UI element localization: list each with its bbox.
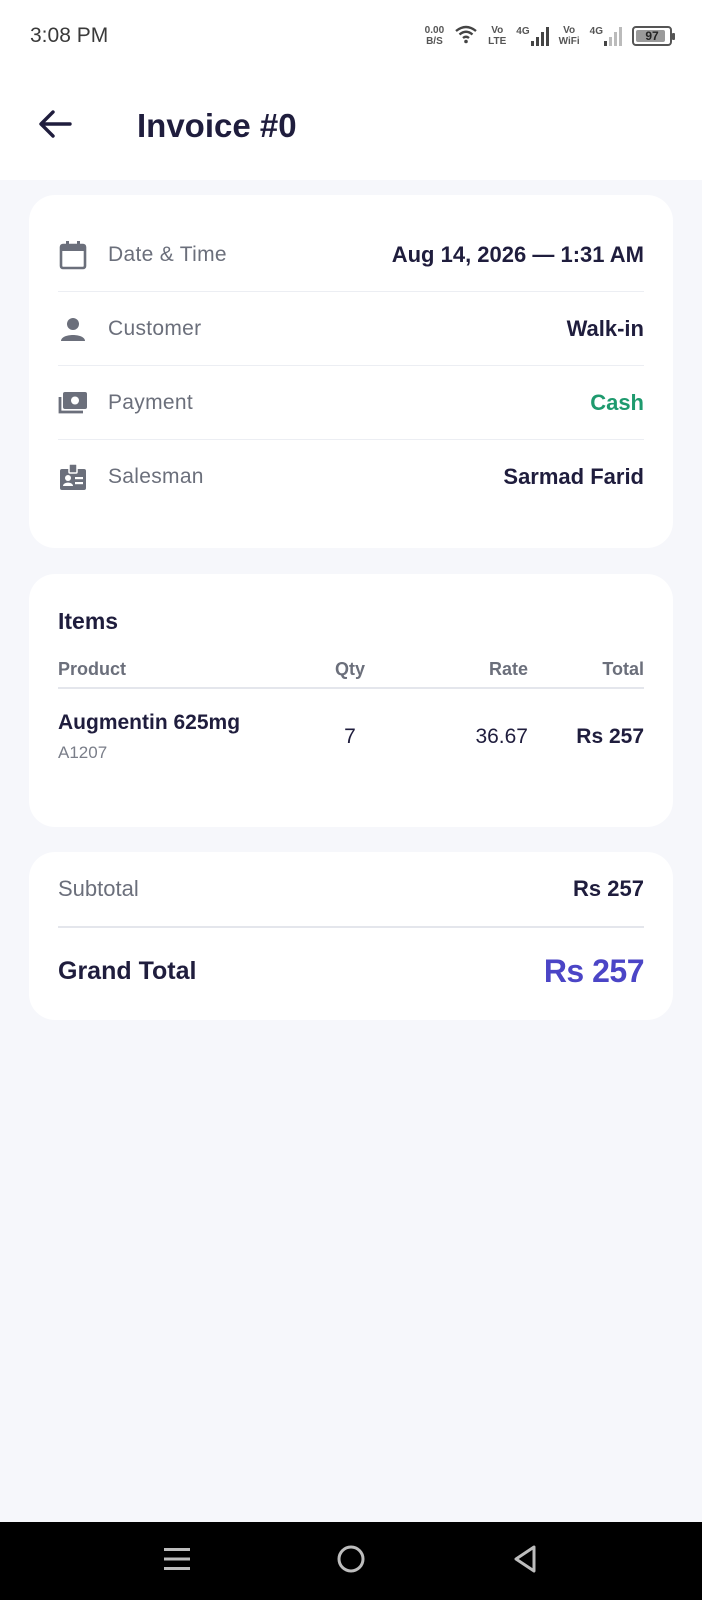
recent-apps-button[interactable] (90, 1522, 264, 1600)
payment-value: Cash (590, 389, 644, 415)
grand-total-row: Grand Total Rs 257 (58, 928, 645, 1014)
sim1-type: 4G (516, 26, 530, 37)
signal-weak-icon (604, 26, 622, 46)
items-table-header: Product Qty Rate Total (58, 651, 644, 689)
date-value: Aug 14, 2026 — 1:31 AM (391, 241, 644, 267)
signal-icon (530, 26, 549, 46)
net-speed-unit: B/S (426, 36, 443, 47)
salesman-value: Sarmad Farid (503, 464, 644, 489)
calendar-icon (58, 240, 88, 270)
vowifi-indicator: Vo WiFi (559, 25, 580, 47)
battery-level: 97 (645, 29, 659, 43)
item-code: A1207 (58, 743, 108, 762)
arrow-left-icon (38, 109, 72, 144)
status-icons: 0.00 B/S Vo LTE 4G Vo WiFi 4G 97 (425, 24, 675, 49)
status-bar: 3:08 PM 0.00 B/S Vo LTE 4G Vo WiFi 4G 97 (0, 0, 702, 72)
back-button[interactable] (25, 96, 85, 156)
system-back-button[interactable] (438, 1522, 612, 1600)
salesman-label: Salesman (108, 465, 204, 488)
subtotal-row: Subtotal Rs 257 (58, 852, 644, 928)
payment-label: Payment (108, 390, 193, 414)
cash-icon (58, 388, 88, 418)
info-row-customer: Customer Walk-in (58, 292, 644, 366)
volte-bottom: LTE (488, 36, 507, 47)
volte-top: Vo (491, 25, 504, 36)
menu-icon (163, 1546, 191, 1577)
sim1-signal: 4G (516, 26, 549, 46)
status-time: 3:08 PM (30, 24, 109, 47)
wifi-icon (454, 24, 478, 49)
totals-card: Subtotal Rs 257 Grand Total Rs 257 (29, 852, 673, 1020)
info-row-payment: Payment Cash (58, 366, 644, 440)
info-row-date: Date & Time Aug 14, 2026 — 1:31 AM (58, 218, 644, 292)
grand-total-label: Grand Total (58, 956, 197, 985)
item-qty: 7 (344, 725, 356, 748)
info-row-salesman: Salesman Sarmad Farid (58, 440, 644, 514)
items-card: Items Product Qty Rate Total Augmentin 6… (29, 574, 673, 827)
item-product-cell: Augmentin 625mg A1207 (58, 711, 298, 763)
sim2-type: 4G (589, 26, 603, 37)
grand-total-value: Rs 257 (543, 952, 645, 989)
vowifi-bottom: WiFi (558, 36, 580, 47)
item-rate: 36.67 (475, 725, 528, 748)
date-label: Date & Time (108, 242, 227, 266)
page-title: Invoice #0 (137, 107, 297, 144)
subtotal-label: Subtotal (58, 876, 139, 901)
column-product: Product (58, 658, 127, 679)
column-qty: Qty (334, 658, 365, 679)
sim2-signal: 4G (590, 26, 622, 46)
volte-indicator: Vo LTE (488, 25, 506, 47)
items-title: Items (58, 608, 119, 634)
home-circle-icon (336, 1544, 366, 1579)
triangle-back-icon (512, 1544, 538, 1579)
customer-value: Walk-in (566, 315, 644, 341)
item-name: Augmentin 625mg (58, 711, 241, 734)
item-total: Rs 257 (576, 725, 644, 748)
net-speed-value: 0.00 (424, 25, 445, 36)
table-row: Augmentin 625mg A1207 7 36.67 Rs 257 (58, 689, 644, 785)
system-nav-bar (0, 1522, 702, 1600)
home-button[interactable] (264, 1522, 438, 1600)
net-speed: 0.00 B/S (425, 25, 444, 47)
subtotal-value: Rs 257 (573, 876, 644, 901)
vowifi-top: Vo (563, 25, 576, 36)
column-rate: Rate (488, 658, 528, 679)
person-icon (58, 314, 88, 344)
badge-icon (58, 462, 88, 492)
battery-icon: 97 (632, 26, 675, 46)
app-bar: Invoice #0 (0, 72, 702, 180)
customer-label: Customer (108, 316, 202, 340)
invoice-info-card: Date & Time Aug 14, 2026 — 1:31 AM Custo… (29, 195, 673, 548)
column-total: Total (602, 658, 644, 679)
